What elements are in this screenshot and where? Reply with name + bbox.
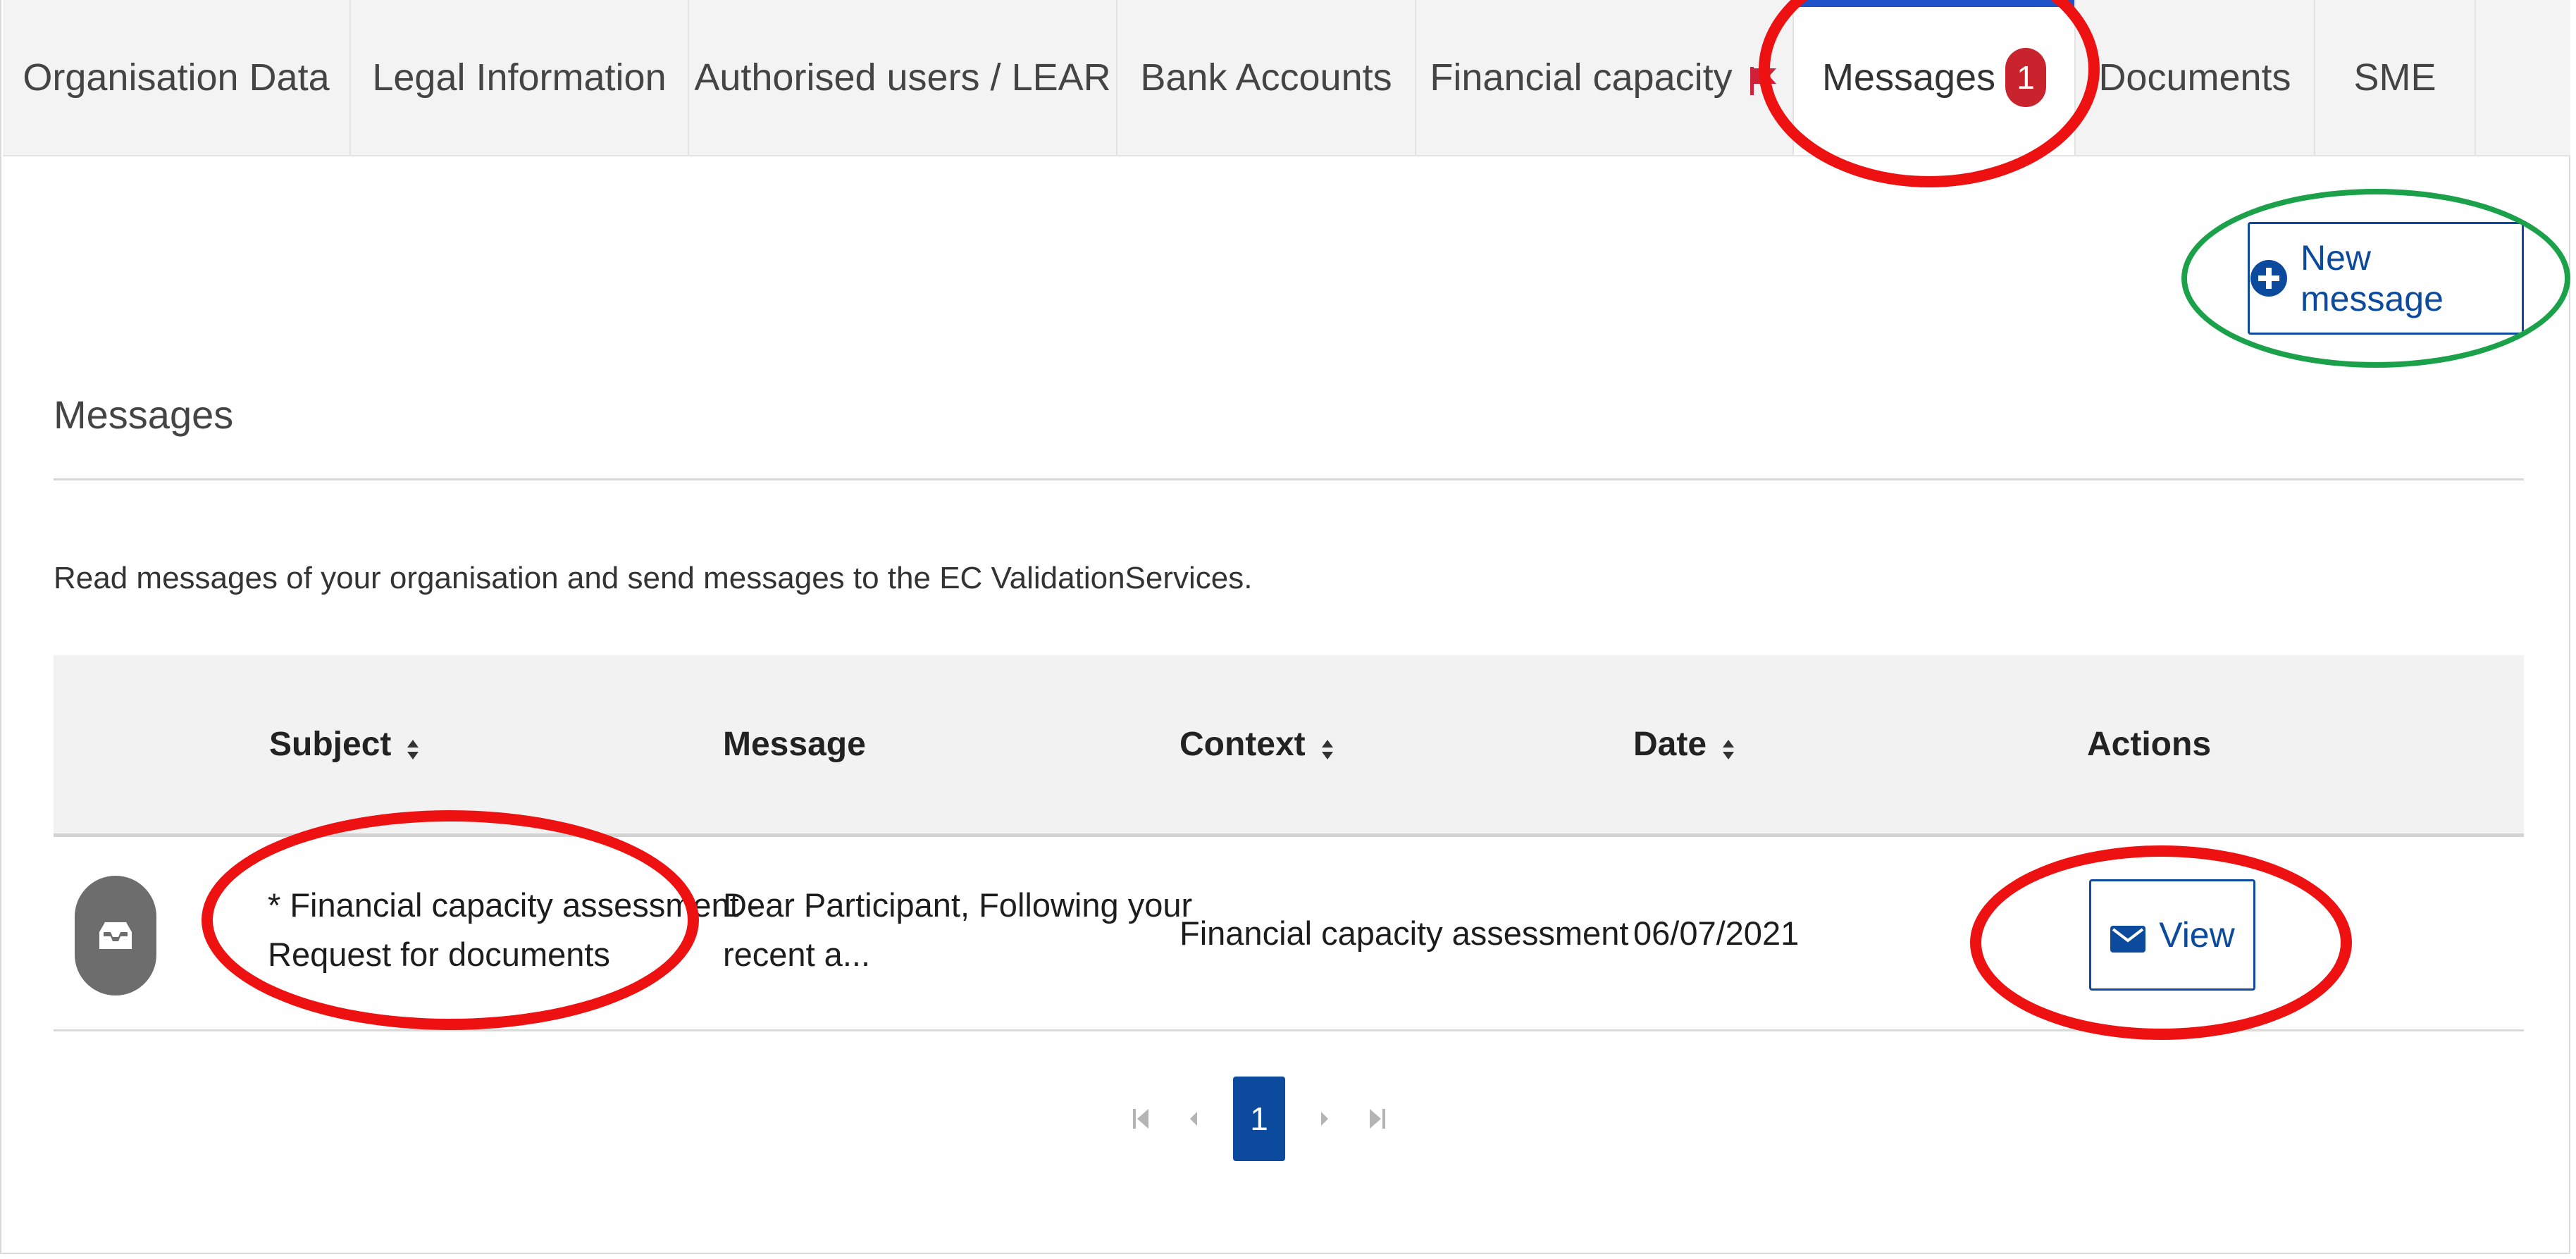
column-header-subject[interactable]: Subject bbox=[269, 655, 421, 833]
column-header-context[interactable]: Context bbox=[1179, 655, 1335, 833]
tab-financial-capacity[interactable]: Financial capacity bbox=[1416, 0, 1794, 155]
envelope-icon bbox=[2110, 921, 2146, 953]
last-page-button[interactable] bbox=[1351, 1077, 1404, 1161]
tab-sme[interactable]: SME bbox=[2315, 0, 2476, 155]
column-header-label: Subject bbox=[269, 726, 392, 763]
column-header-date[interactable]: Date bbox=[1633, 655, 1736, 833]
tab-label: Documents bbox=[2098, 56, 2291, 99]
unread-count-badge: 1 bbox=[2005, 48, 2047, 107]
page-number-button[interactable]: 1 bbox=[1233, 1077, 1285, 1161]
subject-line: * Financial capacity assessment - bbox=[268, 886, 760, 924]
tab-label: Organisation Data bbox=[23, 56, 330, 99]
tab-label: SME bbox=[2353, 56, 2436, 99]
column-header-label: Actions bbox=[2087, 726, 2212, 763]
message-context: Financial capacity assessment bbox=[1179, 914, 1629, 952]
page-frame: Organisation Data Legal Information Auth… bbox=[0, 0, 2570, 1254]
tab-legal-information[interactable]: Legal Information bbox=[351, 0, 689, 155]
chevron-right-icon bbox=[1321, 1112, 1328, 1126]
sort-icon[interactable] bbox=[405, 732, 421, 759]
section-intro: Read messages of your organisation and s… bbox=[54, 561, 1253, 595]
first-page-icon bbox=[1133, 1109, 1148, 1129]
message-subject[interactable]: * Financial capacity assessment - Reques… bbox=[268, 881, 759, 979]
sort-icon[interactable] bbox=[1721, 732, 1736, 759]
column-header-message: Message bbox=[723, 655, 866, 833]
view-message-button[interactable]: View bbox=[2089, 879, 2255, 991]
subject-line: Request for documents bbox=[268, 936, 610, 973]
tab-bar: Organisation Data Legal Information Auth… bbox=[3, 0, 2570, 156]
last-page-icon bbox=[1370, 1109, 1385, 1129]
table-row: * Financial capacity assessment - Reques… bbox=[54, 837, 2524, 1031]
tab-bank-accounts[interactable]: Bank Accounts bbox=[1117, 0, 1416, 155]
flag-icon bbox=[1748, 62, 1779, 95]
inbox-icon bbox=[75, 876, 156, 996]
message-line: Dear Participant, Following your bbox=[723, 886, 1193, 924]
tab-messages[interactable]: Messages 1 bbox=[1794, 0, 2076, 155]
tab-label: Messages bbox=[1821, 56, 1996, 99]
divider bbox=[54, 478, 2524, 480]
tab-organisation-data[interactable]: Organisation Data bbox=[3, 0, 351, 155]
message-date: 06/07/2021 bbox=[1633, 914, 1800, 952]
plus-circle-icon bbox=[2250, 259, 2288, 297]
first-page-button[interactable] bbox=[1115, 1077, 1167, 1161]
message-preview: Dear Participant, Following your recent … bbox=[723, 881, 1192, 979]
previous-page-button[interactable] bbox=[1167, 1077, 1219, 1161]
tab-label: Authorised users / LEAR bbox=[694, 56, 1111, 99]
view-label: View bbox=[2159, 915, 2235, 955]
column-header-label: Date bbox=[1633, 726, 1707, 763]
section-title: Messages bbox=[54, 392, 234, 437]
tab-label: Legal Information bbox=[372, 56, 667, 99]
new-message-label: New message bbox=[2301, 238, 2444, 318]
column-header-label: Message bbox=[723, 726, 866, 763]
chevron-left-icon bbox=[1190, 1112, 1197, 1126]
tab-label: Bank Accounts bbox=[1140, 56, 1392, 99]
table-header: Subject Message Context Date Actions bbox=[54, 655, 2524, 837]
tab-documents[interactable]: Documents bbox=[2076, 0, 2315, 155]
sort-icon[interactable] bbox=[1320, 732, 1335, 759]
next-page-button[interactable] bbox=[1299, 1077, 1351, 1161]
message-line: recent a... bbox=[723, 936, 870, 973]
column-header-actions: Actions bbox=[2087, 655, 2211, 833]
new-message-button[interactable]: New message bbox=[2248, 222, 2524, 335]
column-header-label: Context bbox=[1179, 726, 1306, 763]
pagination: 1 bbox=[1115, 1077, 1404, 1161]
tab-authorised-users-lear[interactable]: Authorised users / LEAR bbox=[689, 0, 1117, 155]
tab-label: Financial capacity bbox=[1430, 56, 1733, 99]
